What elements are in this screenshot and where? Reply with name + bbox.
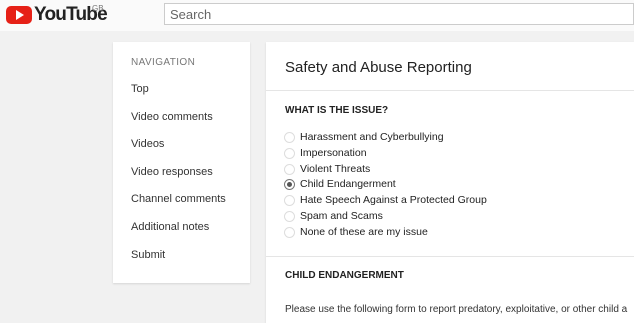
option-label: Violent Threats: [300, 163, 371, 175]
option-child-endangerment[interactable]: Child Endangerment: [284, 177, 396, 191]
section-heading: CHILD ENDANGERMENT: [285, 270, 404, 281]
option-hate-speech[interactable]: Hate Speech Against a Protected Group: [284, 193, 487, 207]
radio-button[interactable]: [284, 210, 295, 222]
youtube-logo[interactable]: YouTube GB: [6, 4, 108, 26]
divider: [266, 90, 634, 91]
nav-item-videos[interactable]: Videos: [131, 138, 164, 150]
radio-button[interactable]: [284, 147, 295, 159]
form-description: Please use the following form to report …: [285, 304, 628, 315]
navigation-heading: NAVIGATION: [131, 57, 196, 68]
radio-button[interactable]: [284, 163, 295, 175]
option-none[interactable]: None of these are my issue: [284, 225, 428, 239]
option-violent-threats[interactable]: Violent Threats: [284, 162, 370, 176]
radio-button[interactable]: [284, 131, 295, 143]
option-label: Harassment and Cyberbullying: [300, 131, 444, 143]
report-panel: Safety and Abuse Reporting WHAT IS THE I…: [266, 42, 634, 323]
option-impersonation[interactable]: Impersonation: [284, 146, 367, 160]
navigation-panel: NAVIGATION Top Video comments Videos Vid…: [113, 42, 250, 283]
search-input[interactable]: Search: [164, 3, 634, 25]
option-label: None of these are my issue: [300, 226, 428, 238]
nav-item-additional-notes[interactable]: Additional notes: [131, 221, 209, 233]
radio-button[interactable]: [284, 194, 295, 206]
nav-item-video-responses[interactable]: Video responses: [131, 166, 213, 178]
divider: [266, 256, 634, 257]
nav-item-submit[interactable]: Submit: [131, 249, 165, 261]
option-label: Impersonation: [300, 147, 367, 159]
youtube-play-icon: [6, 6, 32, 24]
option-label: Hate Speech Against a Protected Group: [300, 194, 487, 206]
option-harassment[interactable]: Harassment and Cyberbullying: [284, 130, 444, 144]
option-label: Child Endangerment: [300, 178, 396, 190]
region-badge: GB: [92, 4, 104, 13]
page-title: Safety and Abuse Reporting: [285, 59, 472, 76]
option-spam[interactable]: Spam and Scams: [284, 209, 383, 223]
radio-button-selected[interactable]: [284, 178, 295, 190]
nav-item-top[interactable]: Top: [131, 83, 149, 95]
nav-item-channel-comments[interactable]: Channel comments: [131, 193, 226, 205]
option-label: Spam and Scams: [300, 210, 383, 222]
issue-question: WHAT IS THE ISSUE?: [285, 105, 389, 116]
radio-button[interactable]: [284, 226, 295, 238]
top-bar: YouTube GB Search: [0, 0, 634, 31]
nav-item-video-comments[interactable]: Video comments: [131, 111, 213, 123]
